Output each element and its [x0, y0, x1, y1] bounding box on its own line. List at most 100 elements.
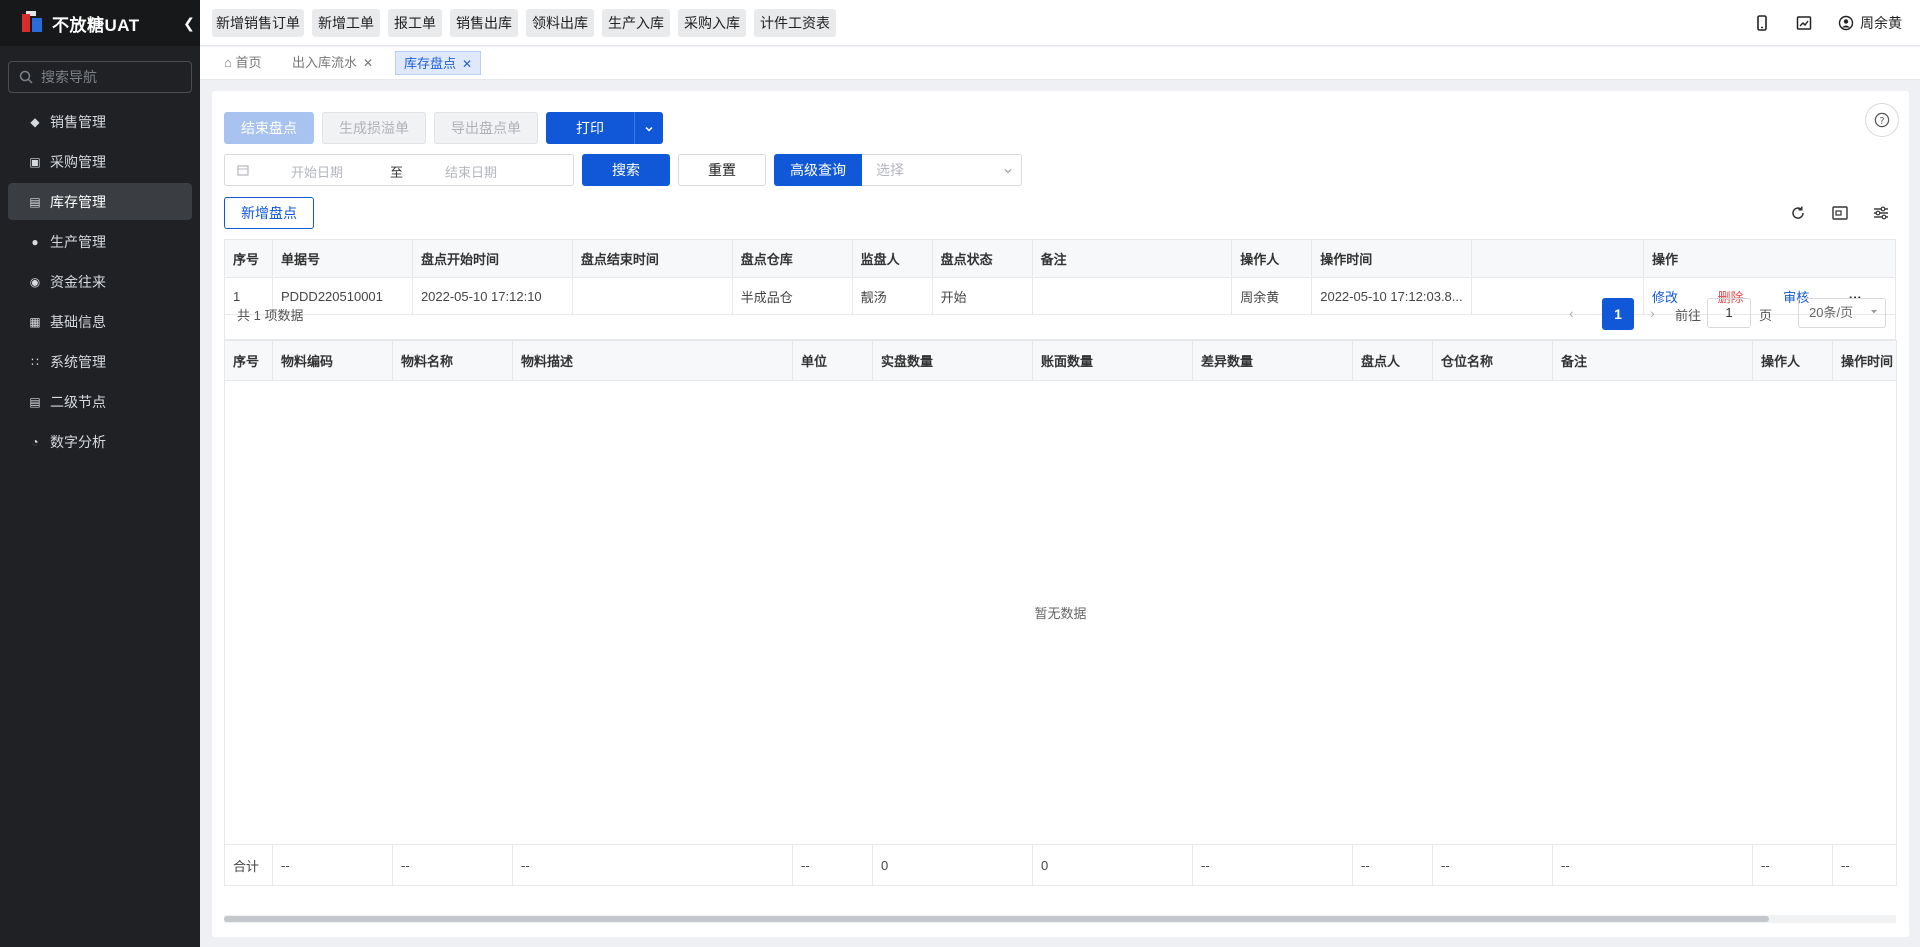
column-header: 备注 [1552, 340, 1753, 381]
sidebar-item-analytics[interactable]: ◔ 数字分析 [8, 423, 192, 460]
summary-cell: -- [1832, 844, 1897, 886]
sidebar-item-purchase[interactable]: ▣ 采购管理 [8, 143, 192, 180]
prev-page-icon[interactable]: ‹ [1569, 305, 1574, 321]
caret-down-icon [1871, 310, 1877, 314]
tabs-bar: ⌂ 首页 出入库流水 ✕ 库存盘点 ✕ [200, 47, 1920, 80]
horizontal-scrollbar[interactable] [224, 915, 1896, 923]
page-size-value: 20条/页 [1809, 305, 1854, 320]
sidebar-item-label: 采购管理 [50, 153, 106, 170]
select-placeholder: 选择 [876, 162, 904, 178]
column-header: 单位 [792, 340, 873, 381]
coin-icon: ◉ [29, 274, 41, 289]
sidebar: 不放糖UAT ❮ 搜索导航 ◆ 销售管理 ▣ 采购管理 ▤ 库存管理 ● 生产管理 ◉ 资… [0, 0, 200, 947]
date-range-picker[interactable]: 开始日期 至 结束日期 [224, 154, 574, 186]
export-check-button[interactable]: 导出盘点单 [434, 112, 538, 144]
column-header: 盘点结束时间 [571, 239, 733, 278]
sidebar-item-production[interactable]: ● 生产管理 [8, 223, 192, 260]
end-check-button[interactable]: 结束盘点 [224, 112, 314, 144]
column-header: 盘点仓库 [731, 239, 853, 278]
close-icon[interactable]: ✕ [363, 56, 373, 70]
tab-label: 库存盘点 [404, 56, 457, 71]
sidebar-item-label: 基础信息 [50, 313, 106, 330]
sidebar-item-label: 资金往来 [50, 273, 106, 290]
column-header: 序号 [224, 239, 273, 278]
quick-add-sales-order-button[interactable]: 新增销售订单 [212, 9, 304, 37]
quick-material-outbound-button[interactable]: 领料出库 [526, 9, 594, 37]
production-icon: ● [31, 234, 39, 249]
reset-button[interactable]: 重置 [678, 154, 766, 186]
advanced-search-button[interactable]: 高级查询 [774, 154, 862, 186]
empty-row: 暂无数据 [224, 380, 1897, 845]
tab-home[interactable]: ⌂ 首页 [216, 51, 270, 75]
search-icon [19, 70, 33, 84]
fullscreen-icon[interactable] [1831, 204, 1849, 222]
tab-stock-check[interactable]: 库存盘点 ✕ [395, 51, 482, 75]
quick-piece-wage-button[interactable]: 计件工资表 [754, 9, 836, 37]
summary-cell: -- [1352, 844, 1433, 886]
sidebar-item-sales[interactable]: ◆ 销售管理 [8, 103, 192, 140]
column-header: 物料编码 [272, 340, 393, 381]
scrollbar-thumb[interactable] [224, 916, 1769, 922]
page-size-select[interactable]: 20条/页 [1798, 298, 1886, 328]
tab-inout-flow[interactable]: 出入库流水 ✕ [284, 51, 381, 75]
nav-search-input[interactable]: 搜索导航 [8, 61, 192, 93]
sidebar-item-sub-node[interactable]: ▤ 二级节点 [8, 383, 192, 420]
sidebar-item-label: 库存管理 [50, 193, 106, 210]
column-settings-icon[interactable] [1872, 204, 1890, 222]
generate-loss-button[interactable]: 生成损溢单 [322, 112, 426, 144]
user-name[interactable]: 周余黄 [1860, 13, 1902, 33]
screen-capture-icon[interactable] [1796, 15, 1812, 31]
mobile-icon[interactable] [1754, 15, 1770, 31]
refresh-icon[interactable] [1789, 204, 1807, 222]
summary-cell: -- [392, 844, 513, 886]
quick-purchase-inbound-button[interactable]: 采购入库 [678, 9, 746, 37]
tab-label: 首页 [235, 55, 262, 70]
column-header: 盘点人 [1352, 340, 1433, 381]
summary-cell: -- [1192, 844, 1353, 886]
column-header: 盘点开始时间 [411, 239, 573, 278]
cart-icon: ▣ [29, 154, 41, 169]
page-number-current[interactable]: 1 [1602, 298, 1634, 330]
print-button[interactable]: 打印 [546, 112, 634, 144]
add-check-button[interactable]: 新增盘点 [224, 197, 314, 229]
column-header: 账面数量 [1032, 340, 1193, 381]
quick-work-report-button[interactable]: 报工单 [388, 9, 442, 37]
chevron-left-icon[interactable]: ❮ [182, 14, 196, 32]
search-button[interactable]: 搜索 [582, 154, 670, 186]
calendar-icon [237, 165, 249, 176]
table-header-row: 序号 单据号 盘点开始时间 盘点结束时间 盘点仓库 监盘人 盘点状态 备注 操作… [224, 239, 1897, 278]
goto-page-input[interactable]: 1 [1707, 298, 1751, 328]
column-header: 备注 [1031, 239, 1233, 278]
summary-cell: 合计 [224, 844, 273, 886]
sidebar-item-finance[interactable]: ◉ 资金往来 [8, 263, 192, 300]
empty-state-text: 暂无数据 [224, 380, 1897, 845]
sidebar-item-basic-info[interactable]: ▦ 基础信息 [8, 303, 192, 340]
column-header: 仓位名称 [1432, 340, 1553, 381]
advanced-select[interactable]: 选择 [862, 154, 1022, 186]
quick-add-work-order-button[interactable]: 新增工单 [312, 9, 380, 37]
next-page-icon[interactable]: › [1650, 305, 1655, 321]
column-header: 单据号 [271, 239, 413, 278]
column-header: 操作 [1642, 239, 1897, 278]
sidebar-item-inventory[interactable]: ▤ 库存管理 [8, 183, 192, 220]
sidebar-item-label: 销售管理 [50, 113, 106, 130]
home-icon: ⌂ [224, 55, 232, 70]
sidebar-item-label: 二级节点 [50, 393, 106, 410]
column-header: 物料描述 [512, 340, 793, 381]
user-icon[interactable] [1838, 15, 1854, 31]
column-header: 盘点状态 [931, 239, 1033, 278]
date-separator: 至 [390, 165, 404, 180]
close-icon[interactable]: ✕ [462, 57, 472, 71]
sidebar-item-system[interactable]: ∷ 系统管理 [8, 343, 192, 380]
summary-cell: -- [1552, 844, 1753, 886]
column-header: 物料名称 [392, 340, 513, 381]
help-icon[interactable]: ? [1865, 103, 1899, 137]
print-dropdown-button[interactable] [634, 112, 663, 144]
tag-icon: ◆ [30, 114, 40, 129]
detail-table: 序号 物料编码 物料名称 物料描述 单位 实盘数量 账面数量 差异数量 盘点人 … [224, 340, 1897, 886]
quick-sales-outbound-button[interactable]: 销售出库 [450, 9, 518, 37]
quick-production-inbound-button[interactable]: 生产入库 [602, 9, 670, 37]
summary-cell: -- [1432, 844, 1553, 886]
top-right-tools: 周余黄 [1728, 0, 1902, 46]
summary-cell: -- [512, 844, 793, 886]
